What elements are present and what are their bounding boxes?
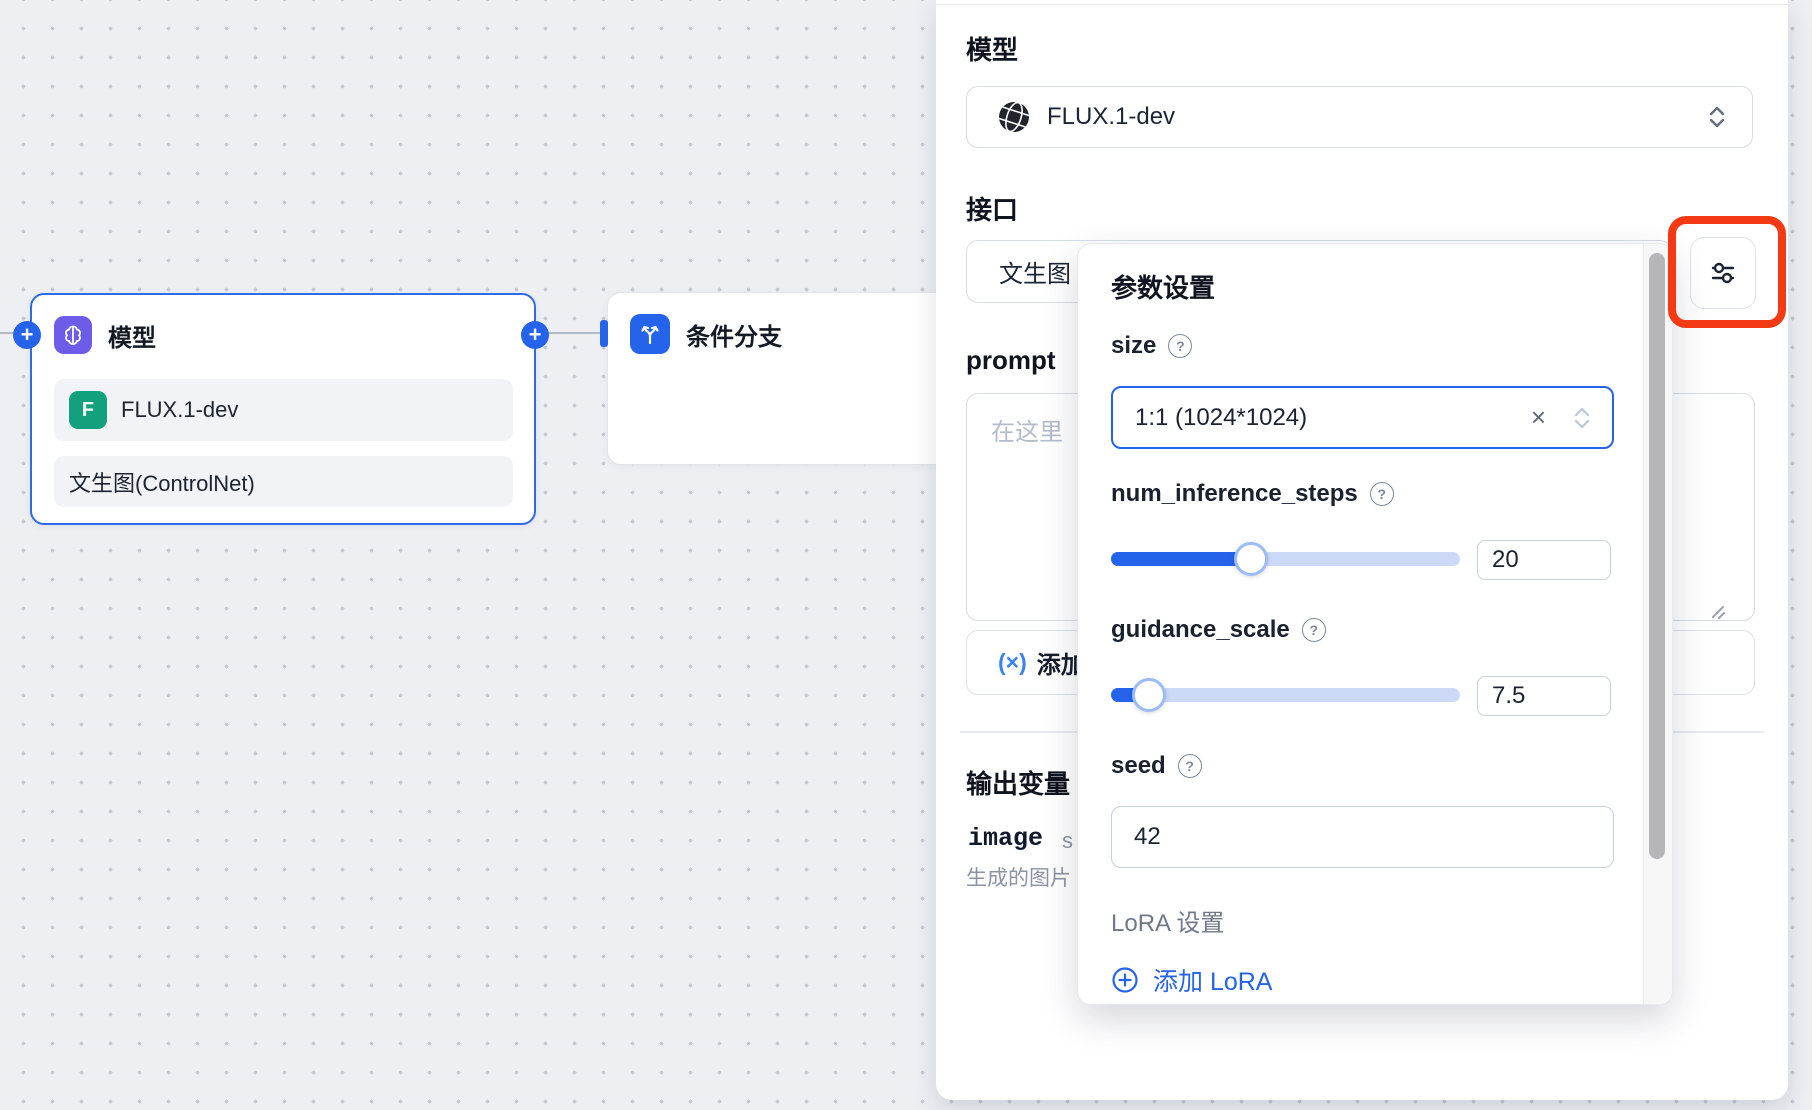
steps-label: num_inference_steps — [1111, 480, 1358, 508]
chevron-updown-icon[interactable] — [1570, 404, 1594, 432]
flux-badge-icon: F — [69, 391, 107, 429]
guidance-label-row: guidance_scale ? — [1111, 616, 1326, 644]
prompt-section-label: prompt — [966, 345, 1056, 376]
model-section-label: 模型 — [966, 30, 1018, 67]
output-variable-desc: 生成的图片 — [966, 862, 1071, 892]
interface-select-value: 文生图 — [999, 254, 1071, 289]
steps-slider[interactable] — [1111, 552, 1460, 566]
chevron-updown-icon — [1704, 102, 1730, 132]
add-lora-button[interactable]: 添加 LoRA — [1111, 962, 1272, 998]
popup-scrollbar-thumb[interactable] — [1649, 253, 1665, 859]
output-variable-name: image — [968, 824, 1043, 853]
steps-slider-thumb[interactable] — [1234, 542, 1268, 576]
model-node-model-name: FLUX.1-dev — [121, 397, 238, 423]
size-combobox[interactable]: 1:1 (1024*1024) × — [1111, 386, 1614, 449]
edge-model-to-branch — [548, 332, 602, 334]
model-node[interactable]: 模型 F FLUX.1-dev 文生图(ControlNet) + + — [30, 293, 536, 525]
panel-top-divider — [936, 4, 1788, 5]
steps-label-row: num_inference_steps ? — [1111, 480, 1394, 508]
help-icon[interactable]: ? — [1302, 618, 1326, 642]
clear-icon[interactable]: × — [1531, 402, 1546, 433]
workflow-canvas[interactable]: 模型 F FLUX.1-dev 文生图(ControlNet) + + 条件分支 — [0, 0, 1812, 1110]
plus-icon: + — [21, 324, 34, 346]
model-node-title: 模型 — [108, 318, 156, 353]
seed-label-row: seed ? — [1111, 752, 1202, 780]
guidance-input[interactable] — [1477, 676, 1611, 716]
model-node-input-port[interactable]: + — [13, 321, 41, 349]
model-select-value: FLUX.1-dev — [1047, 103, 1175, 131]
globe-icon — [997, 100, 1031, 134]
model-node-output-port[interactable]: + — [521, 321, 549, 349]
interface-section-label: 接口 — [966, 190, 1018, 227]
model-node-interface-name: 文生图(ControlNet) — [69, 466, 255, 498]
resize-handle-icon[interactable] — [1705, 599, 1727, 621]
steps-input[interactable] — [1477, 540, 1611, 580]
branch-node[interactable]: 条件分支 — [607, 292, 987, 465]
seed-label: seed — [1111, 752, 1166, 780]
guidance-label: guidance_scale — [1111, 616, 1290, 644]
variable-icon: (×) — [998, 649, 1027, 676]
parameter-settings-popup: 参数设置 size ? 1:1 (1024*1024) × num_infere… — [1077, 243, 1673, 1005]
model-select[interactable]: FLUX.1-dev — [966, 86, 1753, 148]
seed-input[interactable] — [1111, 806, 1614, 868]
model-node-interface-row[interactable]: 文生图(ControlNet) — [54, 456, 513, 507]
help-icon[interactable]: ? — [1168, 334, 1192, 358]
model-node-model-row[interactable]: F FLUX.1-dev — [54, 379, 513, 441]
edge-incoming-left — [0, 332, 13, 334]
help-icon[interactable]: ? — [1370, 482, 1394, 506]
help-icon[interactable]: ? — [1178, 754, 1202, 778]
output-section-label: 输出变量 — [966, 764, 1070, 801]
add-lora-label: 添加 LoRA — [1153, 962, 1272, 998]
popup-title: 参数设置 — [1111, 268, 1215, 305]
brain-icon — [54, 316, 92, 354]
branch-icon — [630, 314, 670, 354]
branch-node-input-port[interactable] — [600, 320, 608, 347]
plus-circle-icon — [1111, 966, 1139, 994]
size-value: 1:1 (1024*1024) — [1135, 404, 1307, 432]
plus-icon: + — [529, 324, 542, 346]
branch-node-title: 条件分支 — [686, 317, 782, 352]
popup-scroll-track[interactable] — [1643, 244, 1672, 1004]
red-highlight-annotation — [1668, 216, 1786, 328]
steps-slider-fill — [1111, 552, 1251, 566]
lora-section-label: LoRA 设置 — [1111, 903, 1224, 938]
guidance-slider-thumb[interactable] — [1132, 678, 1166, 712]
size-label-row: size ? — [1111, 332, 1192, 360]
output-variable-type: s — [1062, 828, 1073, 854]
size-label: size — [1111, 332, 1156, 360]
guidance-slider[interactable] — [1111, 688, 1460, 702]
